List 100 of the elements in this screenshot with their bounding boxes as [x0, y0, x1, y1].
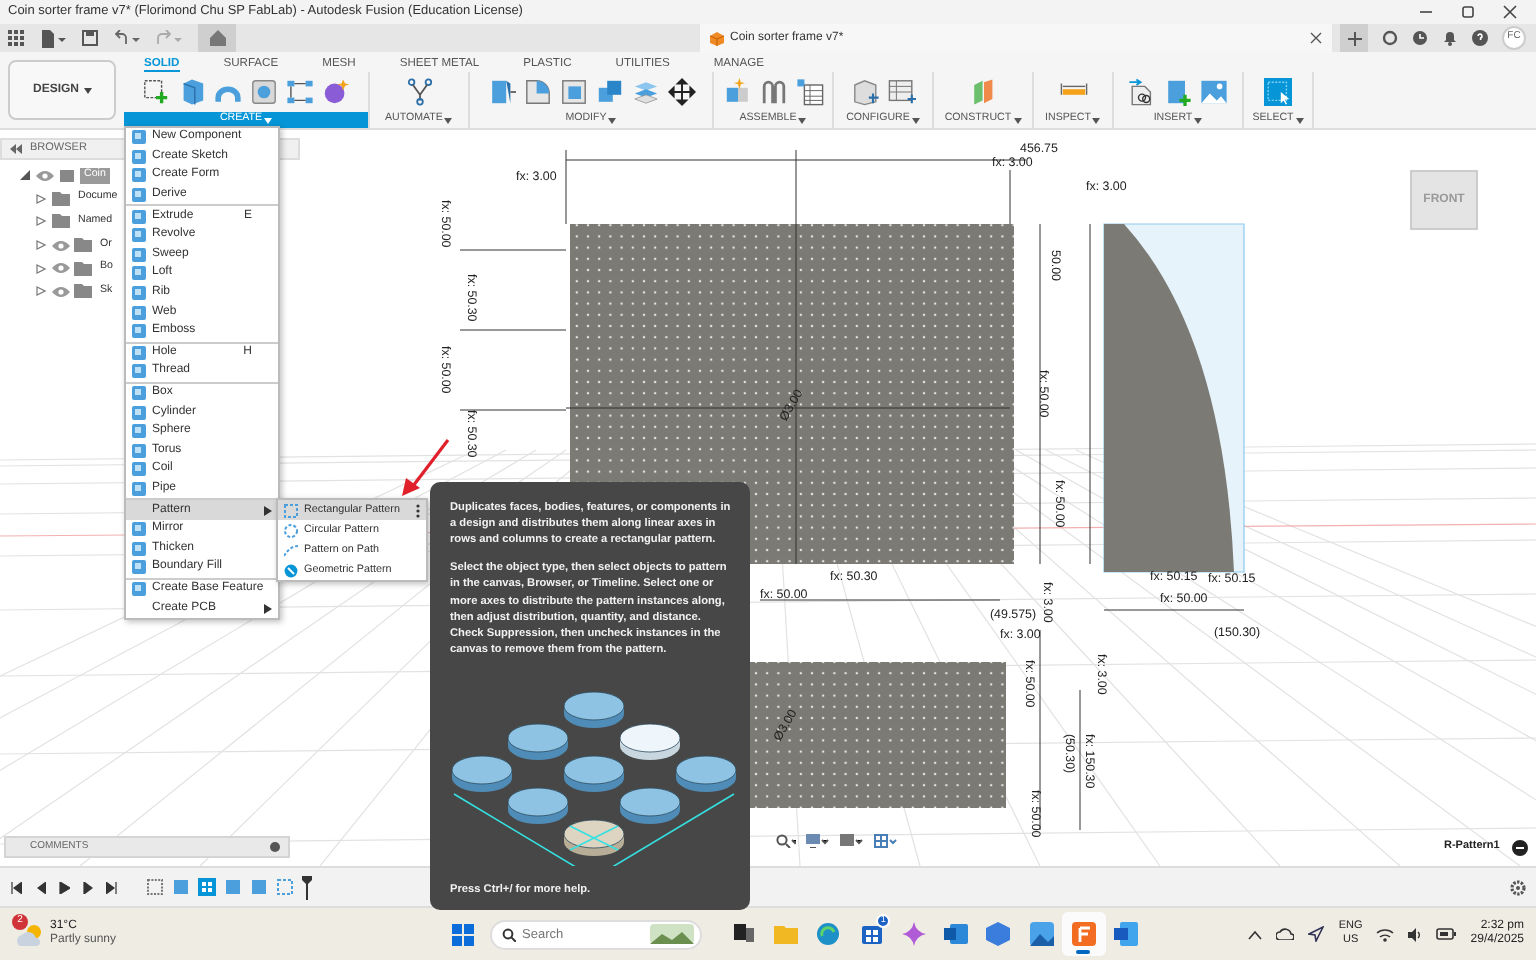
folder-icon — [773, 922, 798, 946]
pattern-feature-icon[interactable] — [198, 877, 218, 897]
cube-icon[interactable] — [178, 78, 206, 106]
plus-icon — [1347, 31, 1361, 45]
help-icon[interactable] — [1472, 30, 1488, 46]
save-icon[interactable] — [82, 30, 98, 46]
collapse-arrow-icon[interactable] — [20, 170, 30, 181]
skip-to-start-icon[interactable] — [10, 881, 22, 893]
file-icon[interactable] — [40, 29, 66, 47]
caret-icon — [1194, 117, 1203, 123]
node-graph-icon[interactable] — [286, 78, 314, 106]
notification-bell-icon[interactable] — [1442, 30, 1458, 46]
caret-icon — [83, 87, 91, 93]
settings-icon[interactable] — [1510, 879, 1526, 895]
app-grid-icon[interactable] — [8, 30, 24, 46]
mail-icon — [944, 922, 969, 946]
insert-link-icon[interactable] — [1128, 78, 1156, 106]
photo-app-icon — [1029, 922, 1054, 946]
close-icon[interactable] — [1310, 32, 1322, 44]
cube-icon — [710, 31, 724, 45]
expand-arrow-icon[interactable] — [36, 216, 46, 227]
chevron-up-icon[interactable] — [1248, 929, 1263, 939]
visual-style-icon[interactable] — [840, 834, 864, 848]
quarter-round-plate-drawing[interactable] — [1103, 223, 1245, 573]
extrude-feature-icon[interactable] — [172, 877, 192, 897]
caret-icon — [444, 117, 453, 123]
location-arrow-icon[interactable] — [1308, 926, 1325, 942]
joint-icon[interactable] — [759, 78, 787, 106]
sketch-plus-icon[interactable] — [142, 78, 170, 106]
skip-to-end-icon[interactable] — [106, 881, 118, 893]
step-back-icon[interactable] — [34, 881, 46, 893]
wifi-icon[interactable] — [1376, 927, 1395, 941]
table-icon[interactable] — [795, 78, 823, 106]
step-forward-icon[interactable] — [82, 881, 94, 893]
battery-icon[interactable] — [1436, 928, 1457, 940]
timeline-marker-icon[interactable] — [302, 875, 312, 899]
caret-icon — [798, 117, 807, 123]
expand-arrow-icon[interactable] — [36, 286, 46, 297]
feature-icon[interactable] — [1512, 840, 1528, 856]
eye-icon[interactable] — [52, 285, 70, 298]
component-icon[interactable] — [723, 78, 751, 106]
start-icon[interactable] — [452, 923, 474, 945]
add-comment-icon[interactable] — [270, 842, 280, 852]
maximize-icon[interactable] — [1460, 4, 1476, 20]
refresh-icon[interactable] — [1382, 30, 1398, 46]
task-view-icon — [731, 922, 756, 946]
cloud-sun-icon — [16, 923, 44, 945]
expand-arrow-icon[interactable] — [36, 240, 46, 251]
image-icon[interactable] — [1200, 78, 1228, 106]
move-icon[interactable] — [667, 78, 695, 106]
home-button[interactable] — [198, 24, 236, 52]
branch-icon[interactable] — [405, 78, 433, 106]
cloud-icon[interactable] — [1276, 928, 1295, 940]
eye-icon[interactable] — [52, 262, 70, 275]
dimension-line — [1009, 169, 1011, 225]
configure-table-icon[interactable] — [887, 78, 915, 106]
caret-icon — [1092, 117, 1101, 123]
clock-icon[interactable] — [1412, 30, 1428, 46]
zoom-icon[interactable] — [776, 834, 796, 848]
fillet-icon[interactable] — [523, 78, 551, 106]
home-icon — [209, 30, 225, 46]
document-app-icon — [1114, 922, 1139, 946]
caret-icon — [1295, 117, 1304, 123]
caret-icon — [608, 117, 617, 123]
select-icon[interactable] — [1264, 78, 1292, 106]
push-pull-icon[interactable] — [487, 78, 515, 106]
expand-arrow-icon[interactable] — [36, 193, 46, 204]
fusion-app-icon — [1072, 922, 1097, 946]
pattern-icon — [284, 563, 298, 577]
browser-icon — [816, 922, 841, 946]
dimension-line — [459, 329, 567, 331]
component-icon — [58, 167, 76, 184]
sketch-feature-icon[interactable] — [146, 877, 166, 897]
cube-icon[interactable] — [851, 78, 879, 106]
shell-icon[interactable] — [559, 78, 587, 106]
store-icon — [859, 922, 884, 946]
caret-icon — [911, 117, 920, 123]
combine-icon[interactable] — [595, 78, 623, 106]
scenery-picture — [650, 924, 694, 944]
play-icon[interactable] — [58, 881, 70, 893]
cube-app-icon — [986, 922, 1011, 946]
display-icon[interactable] — [806, 834, 830, 848]
caret-icon — [1013, 117, 1022, 123]
close-icon[interactable] — [1502, 4, 1518, 20]
speaker-icon[interactable] — [1408, 927, 1423, 941]
search-icon — [502, 927, 516, 941]
hole-icon[interactable] — [250, 78, 278, 106]
dimension-line — [1103, 609, 1245, 611]
form-icon[interactable] — [322, 78, 350, 106]
pointer-arrow — [400, 438, 452, 498]
dimension-line — [459, 249, 567, 251]
eye-icon[interactable] — [52, 239, 70, 252]
new-tab-button[interactable] — [1340, 24, 1368, 52]
grid-icon[interactable] — [874, 834, 898, 848]
undo-icon[interactable] — [114, 29, 140, 47]
sparkle-icon — [901, 922, 926, 946]
expand-arrow-icon[interactable] — [36, 263, 46, 274]
dimension-line — [1079, 689, 1081, 831]
collapse-icon[interactable] — [10, 144, 22, 154]
eye-icon[interactable] — [36, 169, 54, 182]
